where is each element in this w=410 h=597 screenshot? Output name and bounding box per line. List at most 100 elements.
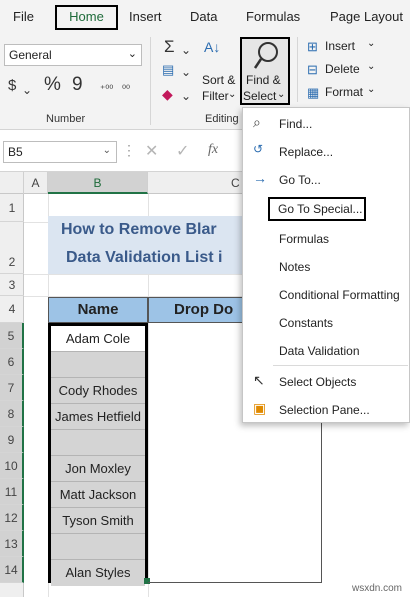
find-select-button[interactable]: Find & Select ⌄ — [240, 37, 290, 105]
name-cell[interactable] — [51, 430, 145, 456]
menu-item-go-to[interactable]: Go To... — [279, 173, 321, 187]
menu-item-select-objects[interactable]: Select Objects — [279, 375, 356, 389]
percent-style-button[interactable]: % — [44, 75, 61, 94]
row-header-1[interactable]: 1 — [0, 194, 24, 222]
tab-formulas[interactable]: Formulas — [246, 9, 300, 24]
row-header-7[interactable]: 7 — [0, 375, 24, 401]
chevron-down-icon[interactable]: ⌄ — [22, 81, 32, 99]
insert-button[interactable]: Insert — [325, 39, 355, 53]
delete-cells-icon[interactable]: ⊟ — [307, 61, 318, 79]
insert-function-button[interactable]: fx — [208, 142, 218, 158]
chevron-down-icon[interactable]: ⌄ — [367, 61, 375, 72]
menu-item-selection-pane[interactable]: Selection Pane... — [279, 403, 370, 417]
find-select-label-1: Find & — [246, 73, 281, 87]
name-column-header[interactable]: Name — [48, 297, 148, 323]
format-cells-icon[interactable]: ▦ — [307, 84, 319, 102]
sort-filter-icon[interactable]: A↓ — [204, 38, 220, 56]
chevron-down-icon[interactable]: ⌄ — [367, 84, 375, 95]
cursor-arrow-icon: ↖ — [253, 372, 265, 388]
row-header-bar: 1 2 3 4 5 6 7 8 9 10 11 12 13 14 — [0, 194, 24, 597]
row-header-14[interactable]: 14 — [0, 557, 24, 583]
replace-icon: ↺ — [253, 142, 264, 156]
number-format-dropdown[interactable]: General ⌄ — [4, 44, 142, 66]
sort-filter-label-1[interactable]: Sort & — [202, 73, 235, 87]
magnifier-icon — [253, 42, 278, 69]
chevron-down-icon[interactable]: ⌄ — [181, 63, 191, 81]
row-header-10[interactable]: 10 — [0, 453, 24, 479]
row-header-9[interactable]: 9 — [0, 427, 24, 453]
chevron-down-icon[interactable]: ⌄ — [181, 41, 191, 59]
name-cell[interactable]: Jon Moxley — [51, 456, 145, 482]
chevron-down-icon: ⌄ — [127, 48, 137, 60]
menu-item-replace[interactable]: Replace... — [279, 145, 333, 159]
enter-check-icon[interactable]: ✓ — [176, 141, 189, 161]
tab-data[interactable]: Data — [190, 9, 217, 24]
name-cell[interactable] — [51, 352, 145, 378]
go-to-special-label: Go To Special... — [278, 202, 363, 216]
tab-home[interactable]: Home — [55, 5, 118, 30]
group-divider — [297, 37, 298, 102]
column-header-b[interactable]: B — [48, 172, 148, 194]
row-header-4[interactable]: 4 — [0, 296, 24, 323]
tab-insert[interactable]: Insert — [129, 9, 162, 24]
chevron-down-icon[interactable]: ⌄ — [228, 89, 236, 100]
menu-item-data-validation[interactable]: Data Validation — [279, 344, 360, 358]
sheet-title-line-1: How to Remove Blar — [61, 221, 217, 238]
name-cell[interactable]: Matt Jackson — [51, 482, 145, 508]
autosum-icon[interactable]: Σ — [164, 38, 175, 56]
sheet-title-cell[interactable]: How to Remove Blar Data Validation List … — [48, 216, 248, 274]
select-all-corner[interactable] — [0, 172, 24, 194]
row-header-3[interactable]: 3 — [0, 274, 24, 296]
name-cell[interactable]: James Hetfield — [51, 404, 145, 430]
name-box[interactable]: B5 ⌄ — [3, 141, 117, 163]
selected-name-range[interactable]: Adam Cole Cody Rhodes James Hetfield Jon… — [48, 323, 148, 586]
menu-item-notes[interactable]: Notes — [279, 260, 310, 274]
ribbon-tab-bar: File Home Insert Data Formulas Page Layo… — [0, 0, 410, 33]
group-divider — [150, 37, 151, 125]
delete-button[interactable]: Delete — [325, 62, 360, 76]
chevron-down-icon[interactable]: ⌄ — [367, 38, 375, 49]
name-cell[interactable] — [51, 534, 145, 560]
row-header-13[interactable]: 13 — [0, 531, 24, 557]
row-header-6[interactable]: 6 — [0, 349, 24, 375]
chevron-down-icon[interactable]: ⌄ — [103, 145, 111, 156]
search-icon: ⌕ — [253, 114, 261, 130]
name-box-value: B5 — [8, 145, 23, 159]
tab-page-layout[interactable]: Page Layout — [330, 9, 403, 24]
tab-file[interactable]: File — [13, 9, 34, 24]
row-header-8[interactable]: 8 — [0, 401, 24, 427]
comma-style-button[interactable]: 9 — [72, 75, 83, 94]
clear-eraser-icon[interactable]: ◆ — [162, 85, 173, 103]
fill-icon[interactable]: ▤ — [162, 61, 174, 79]
format-button[interactable]: Format — [325, 85, 363, 99]
menu-item-find[interactable]: Find... — [279, 117, 312, 131]
number-format-value: General — [9, 48, 52, 62]
selection-pane-icon: ▣ — [253, 400, 267, 416]
cancel-x-icon[interactable]: ✕ — [145, 141, 158, 161]
insert-cells-icon[interactable]: ⊞ — [307, 38, 318, 56]
editing-group-label: Editing — [205, 113, 239, 125]
watermark: wsxdn.com — [352, 583, 403, 594]
name-cell[interactable]: Alan Styles — [51, 560, 145, 586]
menu-separator — [273, 365, 408, 366]
row-header-12[interactable]: 12 — [0, 505, 24, 531]
drop-down-column-header[interactable]: Drop Do — [148, 297, 248, 323]
decrease-decimal-icon[interactable]: ⁰⁰ — [122, 81, 130, 99]
name-cell[interactable]: Adam Cole — [51, 326, 145, 352]
increase-decimal-icon[interactable]: ⁺⁰⁰ — [100, 81, 113, 99]
row-header-5[interactable]: 5 — [0, 323, 24, 349]
menu-item-go-to-special[interactable]: Go To Special... — [268, 197, 366, 221]
name-cell[interactable]: Cody Rhodes — [51, 378, 145, 404]
row-header-11[interactable]: 11 — [0, 479, 24, 505]
more-options-icon: ⋮ — [122, 142, 136, 158]
name-cell[interactable]: Tyson Smith — [51, 508, 145, 534]
chevron-down-icon[interactable]: ⌄ — [181, 87, 191, 105]
menu-item-conditional-formatting[interactable]: Conditional Formatting — [279, 288, 400, 302]
menu-item-constants[interactable]: Constants — [279, 316, 333, 330]
column-header-a[interactable]: A — [24, 172, 48, 194]
accounting-format-icon[interactable]: $ — [8, 77, 16, 95]
menu-item-formulas[interactable]: Formulas — [279, 232, 329, 246]
row-header-2[interactable]: 2 — [0, 222, 24, 274]
sheet-title-line-2: Data Validation List i — [66, 249, 223, 266]
sort-filter-label-2[interactable]: Filter — [202, 89, 229, 103]
